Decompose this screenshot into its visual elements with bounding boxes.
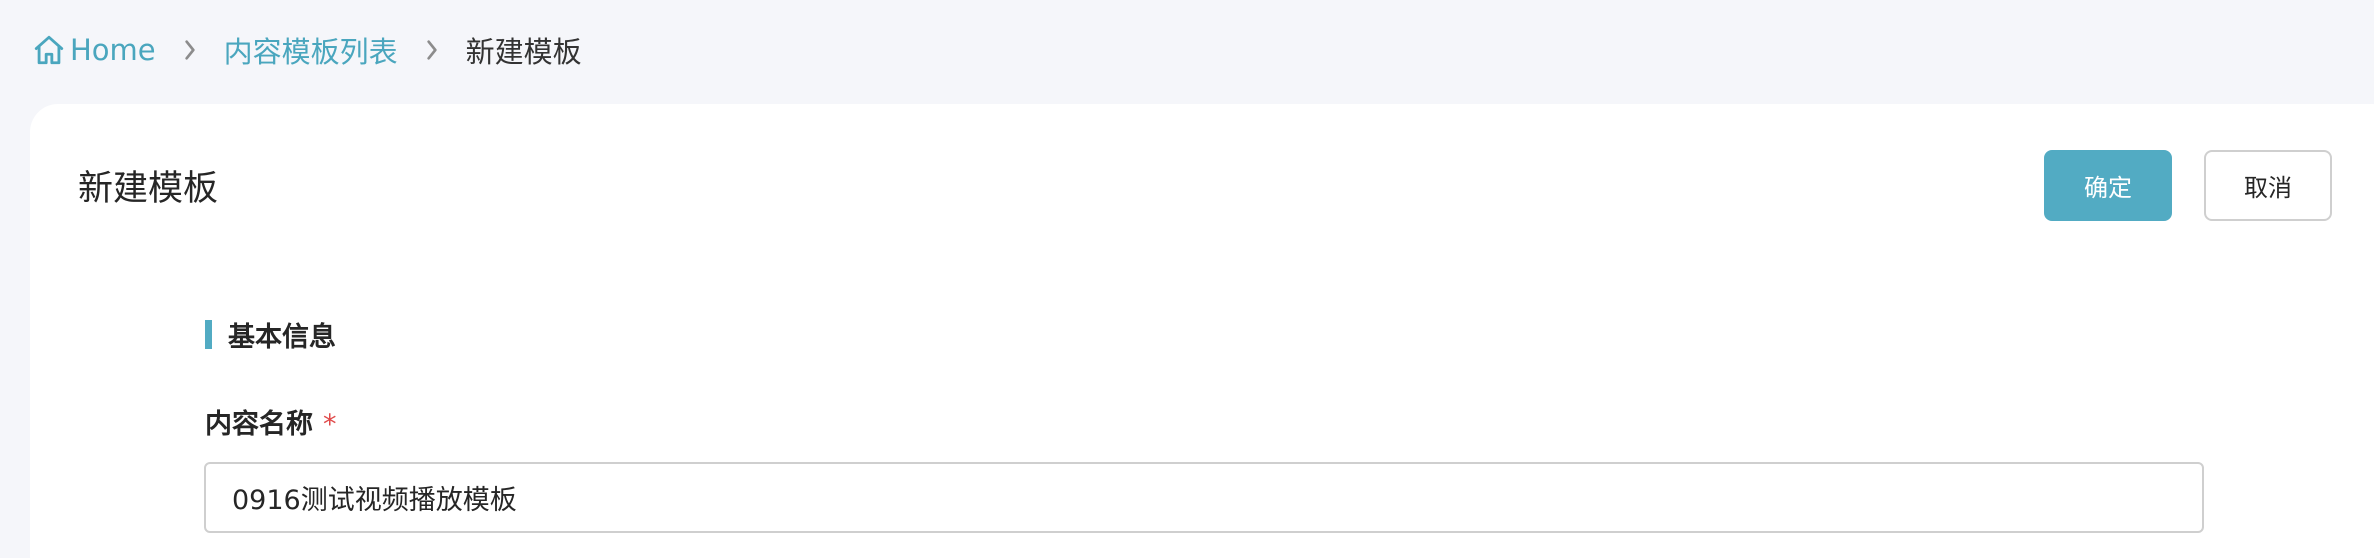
home-icon: [32, 33, 66, 67]
required-mark: *: [323, 409, 337, 440]
page-title: 新建模板: [78, 169, 219, 209]
breadcrumb-current: 新建模板: [465, 35, 582, 69]
section-marker: [205, 320, 212, 349]
confirm-button[interactable]: 确定: [2044, 150, 2172, 221]
breadcrumb-home-label: Home: [70, 33, 156, 67]
chevron-right-icon: [424, 40, 440, 60]
breadcrumb-template-list[interactable]: 内容模板列表: [224, 29, 398, 71]
breadcrumb-home[interactable]: Home: [32, 33, 156, 67]
form-card: 新建模板 确定 取消 基本信息 内容名称 *: [30, 104, 2374, 558]
content-name-input[interactable]: [204, 462, 2204, 533]
section-title: 基本信息: [228, 322, 336, 353]
cancel-button[interactable]: 取消: [2204, 150, 2332, 221]
breadcrumb: Home 内容模板列表 新建模板: [32, 22, 582, 78]
content-name-label: 内容名称 *: [205, 402, 337, 441]
chevron-right-icon: [182, 40, 198, 60]
content-name-label-text: 内容名称: [205, 409, 313, 440]
